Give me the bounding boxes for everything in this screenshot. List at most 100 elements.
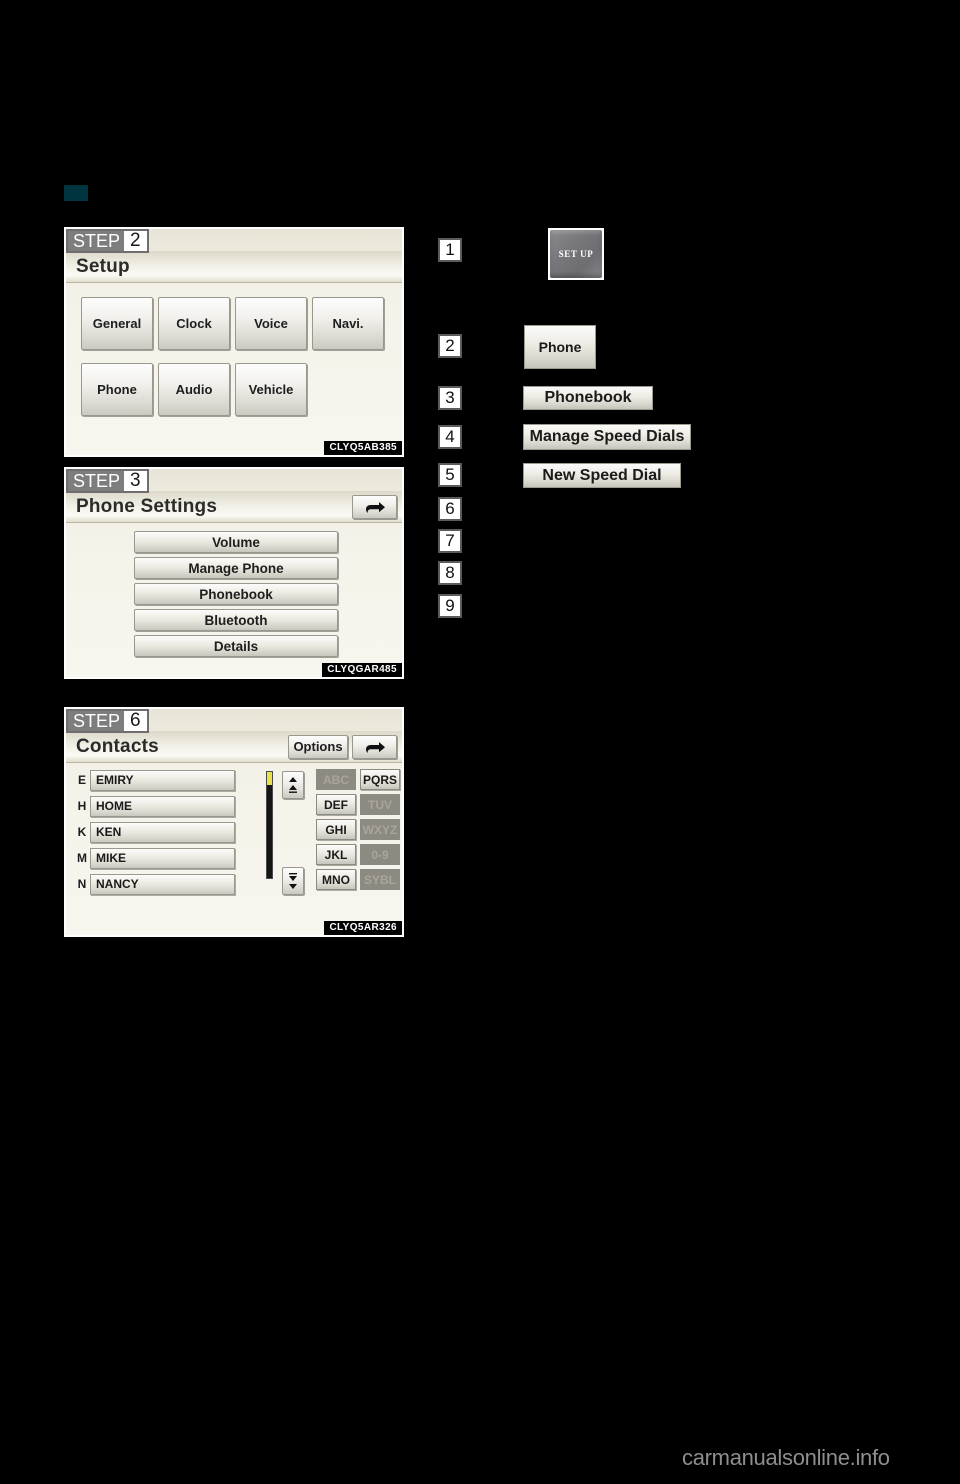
contact-name[interactable]: KEN — [90, 821, 235, 843]
button-label: Phone — [97, 382, 137, 397]
hardware-setup-button-label: SET UP — [550, 230, 602, 278]
button-label: Vehicle — [248, 382, 294, 397]
hardware-setup-button[interactable]: SET UP — [548, 228, 604, 280]
step-badge-6: STEP 6 — [66, 709, 149, 733]
alpha-keypad: ABC PQRS DEF TUV GHI WXYZ JKL 0-9 MNO SY… — [316, 769, 400, 894]
step-word: STEP — [73, 711, 121, 731]
step-number-badge-2: 2 — [438, 334, 462, 358]
phone-settings-button-bluetooth[interactable]: Bluetooth — [134, 609, 338, 631]
step-number: 3 — [124, 471, 147, 491]
ref-button-phonebook[interactable]: Phonebook — [523, 386, 653, 410]
keypad-row: MNO SYBL — [316, 869, 400, 890]
setup-button-phone[interactable]: Phone — [81, 363, 153, 416]
section-marker — [64, 185, 88, 201]
keypad-key-mno[interactable]: MNO — [316, 869, 356, 890]
step-badge-2: STEP 2 — [66, 229, 149, 253]
button-label: Audio — [175, 382, 213, 397]
titlebar-setup: Setup — [66, 251, 402, 283]
figure-code: CLYQ5AR326 — [324, 921, 402, 935]
screen-body-setup: Setup STEP 2 General Clock Voice Navi. P… — [66, 229, 402, 455]
keypad-key-abc[interactable]: ABC — [316, 769, 356, 790]
keypad-key-wxyz[interactable]: WXYZ — [360, 819, 400, 840]
phone-settings-button-volume[interactable]: Volume — [134, 531, 338, 553]
screen-body-phone-settings: Phone Settings STEP 3 Volume Manage Phon… — [66, 469, 402, 677]
phone-settings-button-manage-phone[interactable]: Manage Phone — [134, 557, 338, 579]
contact-index-letter: E — [77, 773, 86, 787]
screen-title: Phone Settings — [76, 495, 218, 517]
button-label: Phone — [538, 339, 582, 355]
back-arrow-icon[interactable] — [352, 734, 397, 759]
ref-button-manage-speed-dials[interactable]: Manage Speed Dials — [523, 424, 691, 450]
scrollbar-thumb[interactable] — [267, 772, 272, 785]
button-label: Navi. — [332, 316, 364, 331]
back-arrow-icon[interactable] — [352, 494, 397, 519]
setup-button-voice[interactable]: Voice — [235, 297, 307, 350]
button-label: Clock — [176, 316, 212, 331]
step-word: STEP — [73, 231, 121, 251]
ref-button-phone[interactable]: Phone — [524, 325, 596, 369]
setup-button-audio[interactable]: Audio — [158, 363, 230, 416]
keypad-key-tuv[interactable]: TUV — [360, 794, 400, 815]
phone-settings-button-phonebook[interactable]: Phonebook — [134, 583, 338, 605]
scroll-up-icon[interactable] — [282, 771, 304, 799]
keypad-row: DEF TUV — [316, 794, 400, 815]
list-item[interactable]: E EMIRY — [74, 769, 235, 791]
list-item[interactable]: K KEN — [74, 821, 235, 843]
watermark: carmanualsonline.info — [682, 1445, 890, 1470]
keypad-key-0-9[interactable]: 0-9 — [360, 844, 400, 865]
scroll-down-icon[interactable] — [282, 867, 304, 895]
list-item[interactable]: M MIKE — [74, 847, 235, 869]
contact-index-letter: N — [77, 877, 87, 891]
scrollbar[interactable] — [266, 771, 273, 879]
screen-body-contacts: Contacts Options STEP 6 E EMIRY H HOME K… — [66, 709, 402, 935]
ref-button-new-speed-dial[interactable]: New Speed Dial — [523, 463, 681, 488]
setup-button-clock[interactable]: Clock — [158, 297, 230, 350]
keypad-key-sybl[interactable]: SYBL — [360, 869, 400, 890]
button-label: Voice — [254, 316, 288, 331]
screenshot-panel-setup: Setup STEP 2 General Clock Voice Navi. P… — [64, 227, 404, 457]
contact-index-letter: K — [77, 825, 87, 839]
keypad-row: ABC PQRS — [316, 769, 400, 790]
page-root: Setup STEP 2 General Clock Voice Navi. P… — [0, 0, 960, 1484]
step-number-badge-1: 1 — [438, 238, 462, 262]
contact-name[interactable]: MIKE — [90, 847, 235, 869]
button-label: New Speed Dial — [542, 466, 662, 484]
keypad-key-def[interactable]: DEF — [316, 794, 356, 815]
step-number-badge-6: 6 — [438, 497, 462, 521]
contact-name[interactable]: EMIRY — [90, 769, 235, 791]
keypad-row: JKL 0-9 — [316, 844, 400, 865]
list-item[interactable]: N NANCY — [74, 873, 235, 895]
options-button[interactable]: Options — [288, 734, 348, 759]
step-number: 6 — [124, 711, 147, 731]
list-item[interactable]: H HOME — [74, 795, 235, 817]
step-number-badge-3: 3 — [438, 386, 462, 410]
contact-name[interactable]: NANCY — [90, 873, 235, 895]
figure-code: CLYQGAR485 — [322, 663, 402, 677]
setup-button-navi[interactable]: Navi. — [312, 297, 384, 350]
button-label: Details — [213, 638, 259, 654]
button-label: Phonebook — [544, 389, 632, 406]
button-label: Bluetooth — [204, 612, 268, 628]
step-number-badge-8: 8 — [438, 561, 462, 585]
button-label: General — [92, 316, 142, 331]
step-number: 2 — [124, 231, 147, 251]
keypad-row: GHI WXYZ — [316, 819, 400, 840]
step-number-badge-7: 7 — [438, 529, 462, 553]
button-label: Manage Phone — [188, 560, 284, 576]
step-badge-3: STEP 3 — [66, 469, 149, 493]
setup-button-vehicle[interactable]: Vehicle — [235, 363, 307, 416]
keypad-key-pqrs[interactable]: PQRS — [360, 769, 400, 790]
keypad-key-ghi[interactable]: GHI — [316, 819, 356, 840]
button-label: Volume — [212, 534, 260, 550]
contact-index-letter: M — [77, 851, 87, 865]
step-word: STEP — [73, 471, 121, 491]
setup-button-general[interactable]: General — [81, 297, 153, 350]
options-label: Options — [293, 739, 343, 754]
titlebar-contacts: Contacts Options — [66, 731, 402, 763]
screenshot-panel-contacts: Contacts Options STEP 6 E EMIRY H HOME K… — [64, 707, 404, 937]
keypad-key-jkl[interactable]: JKL — [316, 844, 356, 865]
screen-title: Contacts — [76, 735, 159, 757]
phone-settings-button-details[interactable]: Details — [134, 635, 338, 657]
button-label: Manage Speed Dials — [529, 428, 685, 445]
contact-name[interactable]: HOME — [90, 795, 235, 817]
